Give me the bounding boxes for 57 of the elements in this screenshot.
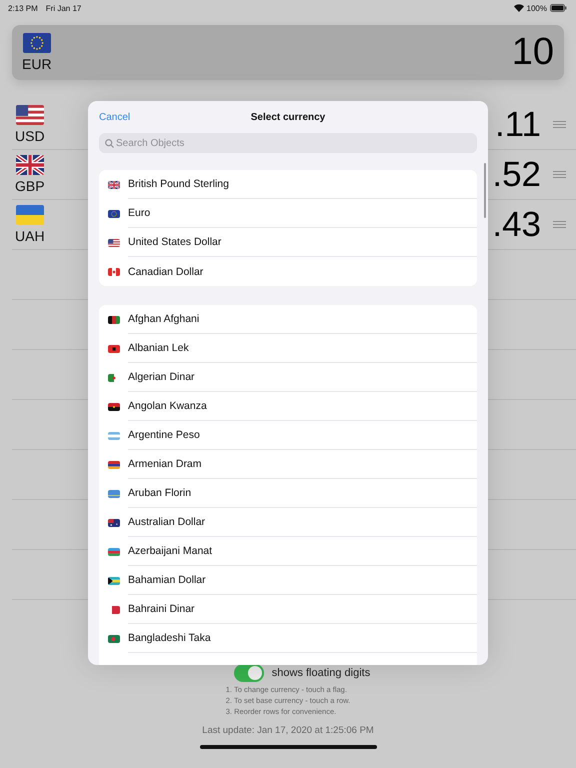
currency-list-item[interactable]: Algerian Dinar: [99, 363, 477, 392]
last-update-text: Last update: Jan 17, 2020 at 1:25:06 PM: [202, 725, 374, 736]
flag-icon[interactable]: [16, 105, 44, 125]
currency-list-item[interactable]: Bahraini Dinar: [99, 595, 477, 624]
currency-list-item[interactable]: Afghan Afghani: [99, 305, 477, 334]
flag-icon: [108, 460, 120, 468]
flag-icon[interactable]: [22, 33, 51, 53]
currency-amount: .11: [494, 104, 541, 144]
currency-amount: 10: [512, 31, 554, 74]
currency-list-item[interactable]: Argentine Peso: [99, 421, 477, 450]
currency-list-item[interactable]: Bangladeshi Taka: [99, 624, 477, 653]
flag-icon[interactable]: [16, 155, 44, 175]
currency-amount: .52: [492, 154, 541, 194]
currency-list-item[interactable]: Azerbaijani Manat: [99, 537, 477, 566]
flag-icon: [108, 316, 120, 324]
flag-icon: [108, 490, 120, 498]
currency-code: UAH: [15, 228, 45, 244]
drag-handle-icon[interactable]: [553, 221, 566, 228]
search-field[interactable]: Search Objects: [99, 133, 477, 153]
battery-percent: 100%: [526, 4, 547, 12]
currency-code: GBP: [15, 178, 45, 194]
drag-handle-icon[interactable]: [553, 171, 566, 178]
currency-list-item[interactable]: Australian Dollar: [99, 508, 477, 537]
scroll-indicator: [484, 163, 486, 218]
drag-handle-icon[interactable]: [553, 121, 566, 128]
flag-icon: [108, 402, 120, 410]
flag-icon: [108, 518, 120, 526]
currency-list-item[interactable]: Aruban Florin: [99, 479, 477, 508]
toggle-label: shows floating digits: [272, 667, 370, 679]
flag-icon: [108, 344, 120, 352]
currency-list-item[interactable]: Euro: [99, 199, 477, 228]
status-time: 2:13 PM: [8, 4, 38, 12]
currency-list-item[interactable]: British Pound Sterling: [99, 170, 477, 199]
flag-icon: [108, 180, 120, 188]
flag-icon: [108, 238, 120, 246]
currency-code: USD: [15, 128, 45, 144]
currency-list-item[interactable]: Angolan Kwanza: [99, 392, 477, 421]
flag-icon: [108, 268, 120, 276]
flag-icon: [108, 548, 120, 556]
wifi-icon: [514, 4, 524, 12]
flag-icon: [108, 576, 120, 584]
status-date: Fri Jan 17: [46, 4, 82, 12]
currency-list-item[interactable]: Albanian Lek: [99, 334, 477, 363]
base-currency-card[interactable]: EUR 10: [12, 25, 564, 80]
currency-list-item[interactable]: Armenian Dram: [99, 450, 477, 479]
flag-icon: [108, 634, 120, 642]
dialog-title: Select currency: [250, 112, 326, 122]
currency-list-item[interactable]: United States Dollar: [99, 228, 477, 257]
currency-list-item[interactable]: Canadian Dollar: [99, 257, 477, 286]
toggle-switch[interactable]: [234, 664, 264, 682]
currency-list-item[interactable]: Bahamian Dollar: [99, 566, 477, 595]
search-icon: [105, 138, 114, 148]
battery-icon: [550, 4, 567, 12]
flag-icon: [108, 432, 120, 440]
currency-amount: .43: [492, 204, 541, 244]
currency-code: EUR: [22, 56, 52, 72]
flag-icon: [108, 210, 120, 218]
